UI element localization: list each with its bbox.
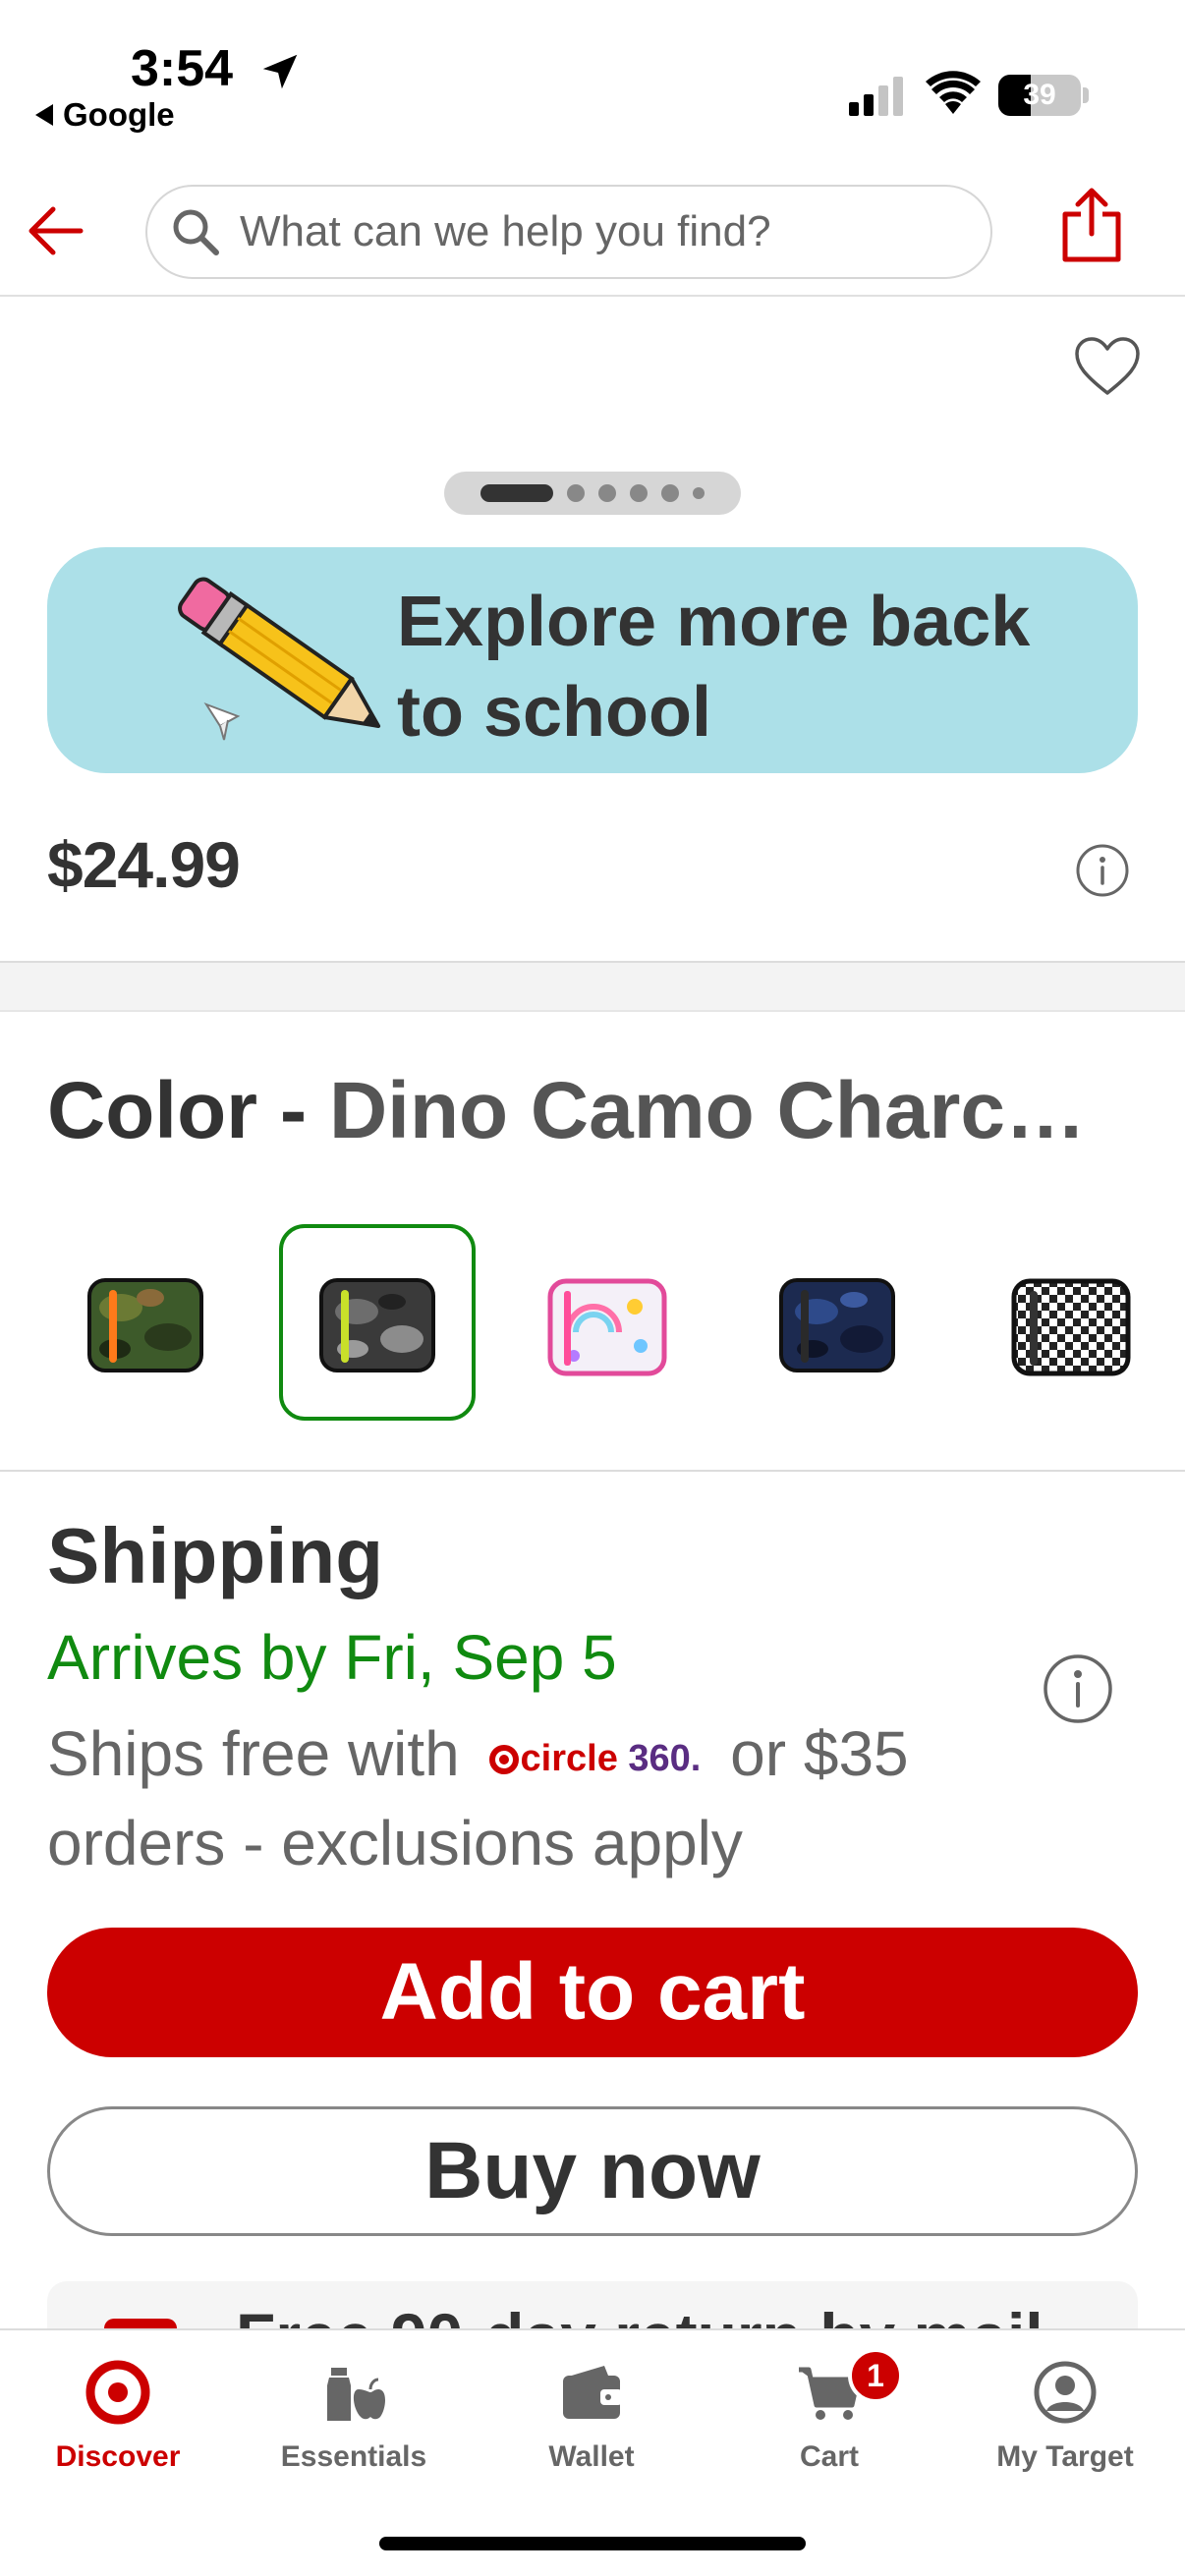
search-input[interactable]: What can we help you find? xyxy=(145,185,992,279)
color-separator: - xyxy=(257,1066,329,1155)
circle-360-logo: circle 360. xyxy=(488,1716,701,1801)
search-placeholder: What can we help you find? xyxy=(240,207,771,255)
favorite-heart-icon[interactable] xyxy=(1073,336,1142,397)
lunchbox-rainbow-icon xyxy=(547,1278,667,1376)
color-swatch-checkered[interactable] xyxy=(973,1224,1169,1421)
buy-now-button[interactable]: Buy now xyxy=(47,2106,1138,2236)
price-info-icon[interactable] xyxy=(1075,843,1130,898)
back-triangle-icon xyxy=(35,104,53,126)
tab-label: Wallet xyxy=(548,2440,635,2473)
wallet-icon xyxy=(563,2366,622,2419)
section-divider xyxy=(0,961,1185,1012)
color-value: Dino Camo Charc… xyxy=(328,1066,1086,1155)
section-divider xyxy=(0,1470,1185,1472)
battery-indicator: 39 xyxy=(998,75,1081,116)
cellular-signal-icon xyxy=(849,77,903,116)
tab-essentials[interactable]: Essentials xyxy=(236,2330,472,2488)
status-bar: 3:54 Google 39 xyxy=(0,0,1185,147)
color-label: Color xyxy=(47,1066,258,1155)
essentials-icon xyxy=(327,2368,385,2421)
tab-label: Discover xyxy=(55,2440,181,2473)
back-app-label: Google xyxy=(63,96,175,133)
product-price: $24.99 xyxy=(47,828,241,901)
color-swatch-green-camo[interactable] xyxy=(47,1224,244,1421)
arrival-date: Arrives by Fri, Sep 5 xyxy=(47,1622,617,1693)
back-arrow-icon[interactable] xyxy=(22,196,90,265)
battery-level: 39 xyxy=(1023,79,1056,111)
shipping-heading: Shipping xyxy=(47,1512,384,1599)
carousel-dot[interactable] xyxy=(661,484,679,502)
cart-icon-wrap: 1 xyxy=(797,2348,903,2425)
carousel-dot[interactable] xyxy=(693,487,705,499)
tab-label: Essentials xyxy=(280,2440,427,2473)
lunchbox-green-camo-icon xyxy=(87,1278,203,1372)
color-heading: Color - Dino Camo Charc… xyxy=(47,1065,1148,1157)
search-icon xyxy=(173,209,219,255)
carousel-dot[interactable] xyxy=(630,484,648,502)
status-time: 3:54 xyxy=(131,40,234,97)
shipping-details: Ships free with circle 360. or $35 order… xyxy=(47,1711,1089,1885)
color-swatch-navy-camo[interactable] xyxy=(739,1224,935,1421)
home-indicator[interactable] xyxy=(379,2537,806,2550)
tab-cart[interactable]: 1 Cart xyxy=(711,2330,947,2488)
tab-wallet[interactable]: Wallet xyxy=(474,2330,709,2488)
color-swatch-dino-camo-charcoal[interactable] xyxy=(279,1224,476,1421)
carousel-dot[interactable] xyxy=(480,484,553,502)
ships-prefix: Ships free with xyxy=(47,1718,460,1789)
wifi-icon xyxy=(926,71,981,114)
lunchbox-checkered-icon xyxy=(1011,1278,1131,1376)
back-to-school-banner[interactable]: Explore more back to school xyxy=(47,547,1138,773)
image-carousel-dots[interactable] xyxy=(444,472,741,515)
tab-discover[interactable]: Discover xyxy=(0,2330,236,2488)
pencil-icon xyxy=(178,577,381,741)
tab-my-target[interactable]: My Target xyxy=(947,2330,1183,2488)
back-to-app-link[interactable]: Google xyxy=(35,96,175,134)
color-swatch-list xyxy=(0,1224,1185,1421)
cart-count-badge: 1 xyxy=(848,2348,903,2403)
account-icon xyxy=(1034,2361,1097,2424)
target-bullseye-icon xyxy=(85,2360,150,2425)
target-bullseye-icon xyxy=(488,1745,519,1775)
banner-text: Explore more back to school xyxy=(397,583,1031,752)
carousel-dot[interactable] xyxy=(598,484,616,502)
add-to-cart-button[interactable]: Add to cart xyxy=(47,1928,1138,2057)
lunchbox-dino-camo-icon xyxy=(319,1278,435,1372)
tab-label: My Target xyxy=(996,2440,1134,2473)
lunchbox-navy-camo-icon xyxy=(779,1278,895,1372)
app-header: What can we help you find? xyxy=(0,147,1185,297)
carousel-dot[interactable] xyxy=(567,484,585,502)
location-arrow-icon xyxy=(262,54,298,89)
battery-tip xyxy=(1083,87,1089,103)
share-icon[interactable] xyxy=(1059,185,1124,263)
tab-label: Cart xyxy=(799,2440,859,2473)
color-swatch-rainbow-stars[interactable] xyxy=(509,1224,705,1421)
